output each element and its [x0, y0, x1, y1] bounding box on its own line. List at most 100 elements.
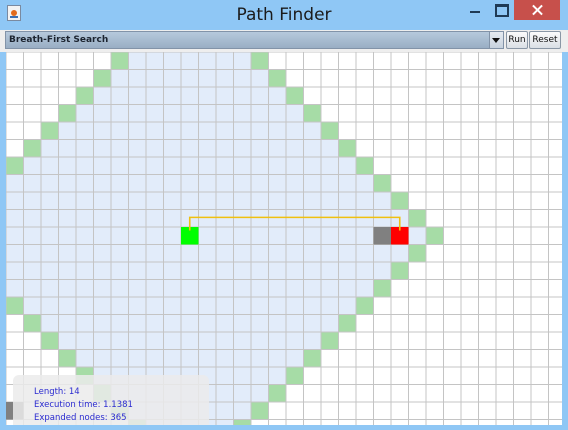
explored-cell[interactable]: [338, 192, 357, 210]
explored-cell[interactable]: [251, 87, 269, 105]
explored-cell[interactable]: [251, 139, 269, 158]
explored-cell[interactable]: [373, 209, 392, 228]
explored-cell[interactable]: [111, 139, 129, 158]
explored-cell[interactable]: [128, 69, 147, 88]
explored-cell[interactable]: [251, 262, 269, 280]
explored-cell[interactable]: [233, 139, 252, 158]
explored-cell[interactable]: [41, 139, 59, 158]
explored-cell[interactable]: [41, 209, 59, 228]
explored-cell[interactable]: [268, 297, 287, 315]
explored-cell[interactable]: [356, 262, 374, 280]
explored-cell[interactable]: [321, 192, 339, 210]
frontier-cell[interactable]: [408, 209, 427, 228]
frontier-cell[interactable]: [76, 87, 94, 105]
explored-cell[interactable]: [111, 227, 129, 245]
explored-cell[interactable]: [128, 279, 147, 298]
explored-cell[interactable]: [321, 174, 339, 193]
explored-cell[interactable]: [268, 349, 287, 368]
explored-cell[interactable]: [128, 227, 147, 245]
explored-cell[interactable]: [76, 279, 94, 298]
explored-cell[interactable]: [111, 279, 129, 298]
explored-cell[interactable]: [23, 174, 42, 193]
explored-cell[interactable]: [58, 279, 77, 298]
explored-cell[interactable]: [286, 314, 304, 333]
explored-cell[interactable]: [41, 244, 59, 263]
explored-cell[interactable]: [93, 332, 112, 350]
explored-cell[interactable]: [216, 174, 234, 193]
explored-cell[interactable]: [198, 157, 217, 175]
explored-cell[interactable]: [111, 314, 129, 333]
explored-cell[interactable]: [163, 69, 182, 88]
explored-cell[interactable]: [303, 297, 322, 315]
explored-cell[interactable]: [41, 227, 59, 245]
explored-cell[interactable]: [251, 244, 269, 263]
explored-cell[interactable]: [181, 244, 199, 263]
explored-cell[interactable]: [163, 262, 182, 280]
explored-cell[interactable]: [6, 279, 24, 298]
run-button[interactable]: Run: [506, 31, 528, 49]
explored-cell[interactable]: [111, 297, 129, 315]
explored-cell[interactable]: [76, 262, 94, 280]
frontier-cell[interactable]: [268, 69, 287, 88]
explored-cell[interactable]: [93, 279, 112, 298]
frontier-cell[interactable]: [391, 262, 409, 280]
explored-cell[interactable]: [93, 104, 112, 123]
explored-cell[interactable]: [286, 192, 304, 210]
explored-cell[interactable]: [338, 157, 357, 175]
explored-cell[interactable]: [198, 209, 217, 228]
frontier-cell[interactable]: [356, 297, 374, 315]
explored-cell[interactable]: [303, 122, 322, 140]
frontier-cell[interactable]: [23, 139, 42, 158]
explored-cell[interactable]: [268, 367, 287, 385]
explored-cell[interactable]: [356, 192, 374, 210]
explored-cell[interactable]: [146, 279, 164, 298]
minimize-button[interactable]: [462, 0, 488, 20]
explored-cell[interactable]: [93, 209, 112, 228]
explored-cell[interactable]: [233, 157, 252, 175]
title-bar[interactable]: Path Finder: [0, 0, 568, 30]
explored-cell[interactable]: [216, 122, 234, 140]
explored-cell[interactable]: [268, 209, 287, 228]
explored-cell[interactable]: [356, 209, 374, 228]
explored-cell[interactable]: [216, 419, 234, 426]
explored-cell[interactable]: [128, 349, 147, 368]
explored-cell[interactable]: [93, 87, 112, 105]
explored-cell[interactable]: [198, 314, 217, 333]
explored-cell[interactable]: [181, 297, 199, 315]
explored-cell[interactable]: [251, 297, 269, 315]
explored-cell[interactable]: [163, 332, 182, 350]
explored-cell[interactable]: [128, 139, 147, 158]
explored-cell[interactable]: [233, 104, 252, 123]
explored-cell[interactable]: [303, 279, 322, 298]
explored-cell[interactable]: [181, 104, 199, 123]
explored-cell[interactable]: [6, 262, 24, 280]
explored-cell[interactable]: [146, 227, 164, 245]
frontier-cell[interactable]: [373, 279, 392, 298]
explored-cell[interactable]: [181, 122, 199, 140]
explored-cell[interactable]: [181, 262, 199, 280]
explored-cell[interactable]: [58, 297, 77, 315]
explored-cell[interactable]: [251, 122, 269, 140]
explored-cell[interactable]: [286, 104, 304, 123]
explored-cell[interactable]: [198, 297, 217, 315]
explored-cell[interactable]: [58, 332, 77, 350]
explored-cell[interactable]: [111, 192, 129, 210]
explored-cell[interactable]: [303, 332, 322, 350]
frontier-cell[interactable]: [321, 332, 339, 350]
explored-cell[interactable]: [58, 122, 77, 140]
explored-cell[interactable]: [198, 52, 217, 70]
explored-cell[interactable]: [233, 227, 252, 245]
explored-cell[interactable]: [216, 69, 234, 88]
explored-cell[interactable]: [163, 209, 182, 228]
explored-cell[interactable]: [93, 244, 112, 263]
explored-cell[interactable]: [321, 279, 339, 298]
explored-cell[interactable]: [128, 244, 147, 263]
explored-cell[interactable]: [321, 297, 339, 315]
explored-cell[interactable]: [233, 174, 252, 193]
explored-cell[interactable]: [286, 332, 304, 350]
explored-cell[interactable]: [163, 314, 182, 333]
explored-cell[interactable]: [93, 122, 112, 140]
explored-cell[interactable]: [321, 139, 339, 158]
explored-cell[interactable]: [356, 279, 374, 298]
explored-cell[interactable]: [233, 367, 252, 385]
